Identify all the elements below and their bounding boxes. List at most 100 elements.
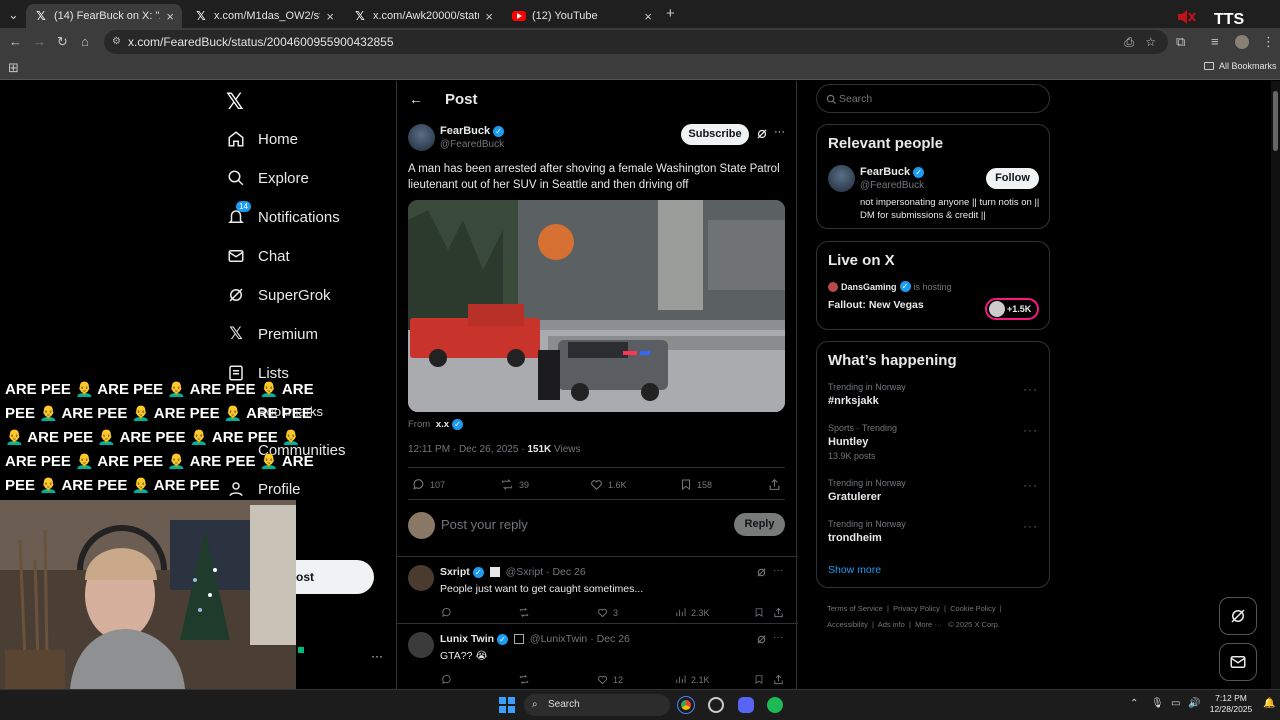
reply-more-icon[interactable]: ··· bbox=[773, 565, 783, 576]
person-handle[interactable]: @FearedBuck bbox=[860, 180, 924, 191]
back-icon[interactable]: ← bbox=[9, 35, 22, 49]
address-bar[interactable]: ⚙ x.com/FearedBuck/status/20046009559004… bbox=[104, 30, 1168, 54]
notification-icon[interactable]: 🔔 bbox=[1263, 698, 1275, 709]
extensions-icon[interactable]: ⧉ bbox=[1176, 35, 1185, 49]
live-show-title[interactable]: Fallout: New Vegas bbox=[828, 299, 924, 311]
post-video[interactable] bbox=[408, 200, 785, 412]
mic-icon[interactable]: 🎙 bbox=[1151, 698, 1164, 709]
show-more-link[interactable]: Show more bbox=[828, 564, 881, 576]
terms-link[interactable]: Terms of Service bbox=[827, 604, 883, 613]
reply-icon[interactable] bbox=[441, 674, 457, 685]
taskbar-search[interactable]: ⌕ Search bbox=[524, 694, 670, 716]
trend-more-icon[interactable]: ··· bbox=[1023, 519, 1038, 533]
nav-home[interactable]: Home bbox=[226, 127, 298, 151]
close-tab-icon[interactable]: × bbox=[644, 9, 652, 24]
repost-icon[interactable] bbox=[518, 674, 535, 685]
avatar[interactable] bbox=[828, 165, 855, 192]
nav-explore[interactable]: Explore bbox=[226, 166, 309, 190]
apps-grid-icon[interactable]: ⊞ bbox=[8, 61, 19, 75]
trend-more-icon[interactable]: ··· bbox=[1023, 423, 1038, 437]
tab-m1das[interactable]: 𝕏 x.com/M1das_OW2/status/200 × bbox=[186, 4, 342, 28]
follow-button[interactable]: Follow bbox=[986, 168, 1039, 189]
trend-item[interactable]: Trending in Norway #nrksjakk ··· bbox=[828, 382, 1038, 407]
nav-supergrok[interactable]: SuperGrok bbox=[226, 283, 331, 307]
tray-chevron-icon[interactable]: ⌃ bbox=[1130, 698, 1138, 709]
profile-avatar[interactable] bbox=[1235, 35, 1249, 49]
subscribe-button[interactable]: Subscribe bbox=[681, 124, 749, 145]
app-icon[interactable] bbox=[708, 697, 724, 713]
reply-button[interactable]: Reply bbox=[734, 513, 785, 536]
x-logo-icon[interactable]: 𝕏 bbox=[226, 89, 244, 115]
grok-icon[interactable] bbox=[756, 567, 767, 578]
trend-more-icon[interactable]: ··· bbox=[1023, 382, 1038, 396]
home-icon[interactable]: ⌂ bbox=[81, 35, 89, 49]
reply-item[interactable]: Lunix Twin ✓ @LunixTwin · Dec 26 ··· GTA?… bbox=[397, 624, 798, 689]
spotify-icon[interactable] bbox=[767, 697, 783, 713]
reply-author[interactable]: Lunix Twin ✓ @LunixTwin · Dec 26 bbox=[440, 633, 630, 645]
new-tab-icon[interactable]: + bbox=[666, 6, 675, 21]
tab-search-icon[interactable]: ⌄ bbox=[8, 8, 19, 22]
author-handle[interactable]: @FearedBuck bbox=[440, 139, 504, 150]
repost-icon[interactable] bbox=[518, 607, 535, 618]
forward-icon[interactable]: → bbox=[33, 35, 46, 49]
live-listeners[interactable]: +1.5K bbox=[985, 298, 1039, 320]
privacy-link[interactable]: Privacy Policy bbox=[893, 604, 940, 613]
all-bookmarks-folder[interactable]: All Bookmarks bbox=[1204, 61, 1277, 71]
close-tab-icon[interactable]: × bbox=[326, 9, 334, 24]
close-tab-icon[interactable]: × bbox=[166, 9, 174, 24]
trend-more-icon[interactable]: ··· bbox=[1023, 478, 1038, 492]
account-more-icon[interactable]: ··· bbox=[371, 649, 383, 663]
trend-item[interactable]: Trending in Norway Gratulerer ··· bbox=[828, 478, 1038, 503]
bookmark-star-icon[interactable]: ☆ bbox=[1145, 30, 1156, 54]
reply-icon[interactable] bbox=[441, 607, 457, 618]
grok-float-button[interactable] bbox=[1219, 597, 1257, 635]
reply-item[interactable]: Sxript ✓ @Sxript · Dec 26 ··· People just… bbox=[397, 557, 798, 624]
tab-awk[interactable]: 𝕏 x.com/Awk20000/status/20053 × bbox=[345, 4, 501, 28]
install-icon[interactable]: ⎙ bbox=[1124, 30, 1134, 54]
close-tab-icon[interactable]: × bbox=[485, 9, 493, 24]
tab-youtube[interactable]: (12) YouTube × bbox=[504, 4, 660, 28]
tab-fearbuck[interactable]: 𝕏 (14) FearBuck on X: "A man has × bbox=[26, 4, 182, 28]
reload-icon[interactable]: ↻ bbox=[57, 35, 68, 49]
scrollbar-thumb[interactable] bbox=[1273, 91, 1278, 151]
menu-icon[interactable]: ⋮ bbox=[1262, 35, 1275, 49]
share-icon[interactable] bbox=[773, 674, 789, 685]
ads-link[interactable]: Ads info bbox=[878, 620, 905, 629]
grok-icon[interactable] bbox=[756, 128, 768, 140]
avatar[interactable] bbox=[408, 632, 434, 658]
messages-float-button[interactable] bbox=[1219, 643, 1257, 681]
reply-author[interactable]: Sxript ✓ @Sxript · Dec 26 bbox=[440, 566, 586, 578]
share-icon[interactable] bbox=[773, 607, 789, 618]
views-action[interactable]: 2.1K bbox=[675, 674, 710, 685]
reply-input[interactable]: Post your reply bbox=[441, 517, 528, 532]
like-action[interactable]: 12 bbox=[597, 674, 623, 685]
back-arrow-icon[interactable]: ← bbox=[409, 91, 423, 107]
bookmark-icon[interactable] bbox=[754, 674, 769, 685]
repost-action[interactable]: 39 bbox=[500, 478, 529, 491]
clock[interactable]: 7:12 PM 12/28/2025 bbox=[1208, 693, 1254, 715]
reply-more-icon[interactable]: ··· bbox=[773, 632, 783, 643]
author-avatar[interactable] bbox=[408, 124, 435, 151]
search-box[interactable]: Search bbox=[816, 84, 1050, 113]
nav-chat[interactable]: Chat bbox=[226, 244, 290, 268]
scrollbar[interactable] bbox=[1271, 81, 1280, 689]
start-button[interactable] bbox=[499, 697, 515, 713]
reply-action[interactable]: 107 bbox=[412, 478, 445, 491]
chrome-app-icon[interactable] bbox=[677, 696, 695, 714]
from-attribution[interactable]: From x.x ✓ bbox=[408, 419, 464, 430]
post-more-icon[interactable]: ··· bbox=[774, 126, 785, 138]
author-name[interactable]: FearBuck ✓ bbox=[440, 125, 505, 137]
nav-premium[interactable]: 𝕏 Premium bbox=[226, 322, 318, 346]
views-action[interactable]: 2.3K bbox=[675, 607, 710, 618]
person-name[interactable]: FearBuck ✓ bbox=[860, 166, 925, 178]
trend-item[interactable]: Sports · Trending Huntley 13.9K posts ··… bbox=[828, 423, 1038, 461]
trend-item[interactable]: Trending in Norway trondheim ··· bbox=[828, 519, 1038, 544]
grok-icon[interactable] bbox=[756, 634, 767, 645]
cookie-link[interactable]: Cookie Policy bbox=[950, 604, 995, 613]
network-icon[interactable]: ▭ bbox=[1171, 698, 1180, 709]
volume-icon[interactable]: 🔊 bbox=[1188, 698, 1200, 709]
bookmark-icon[interactable] bbox=[754, 607, 769, 618]
share-icon[interactable] bbox=[768, 478, 786, 491]
nav-notifications[interactable]: 14 Notifications bbox=[226, 201, 340, 229]
like-action[interactable]: 1.6K bbox=[590, 478, 627, 491]
